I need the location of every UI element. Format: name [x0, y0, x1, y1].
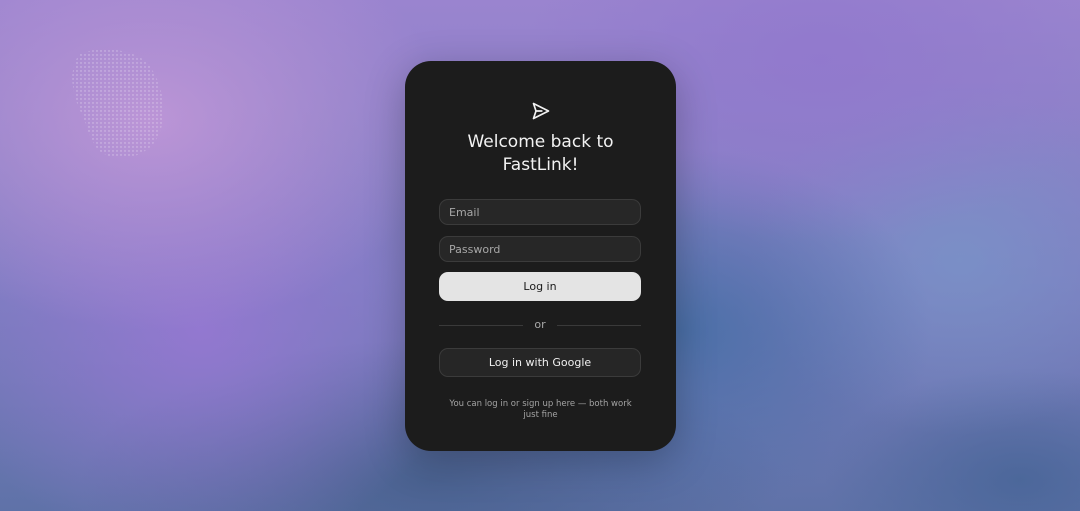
password-field[interactable]	[439, 236, 641, 262]
dotted-blob-decoration	[72, 49, 164, 158]
divider-line	[557, 325, 641, 326]
page-title: Welcome back to FastLink!	[467, 132, 614, 175]
login-card: Welcome back to FastLink! Log in or Log …	[405, 61, 676, 451]
email-field[interactable]	[439, 199, 641, 225]
or-divider: or	[439, 317, 641, 333]
paper-plane-icon	[532, 102, 550, 120]
google-login-button[interactable]: Log in with Google	[439, 348, 641, 377]
signup-hint: You can log in or sign up here — both wo…	[449, 399, 632, 420]
login-button[interactable]: Log in	[439, 272, 641, 301]
